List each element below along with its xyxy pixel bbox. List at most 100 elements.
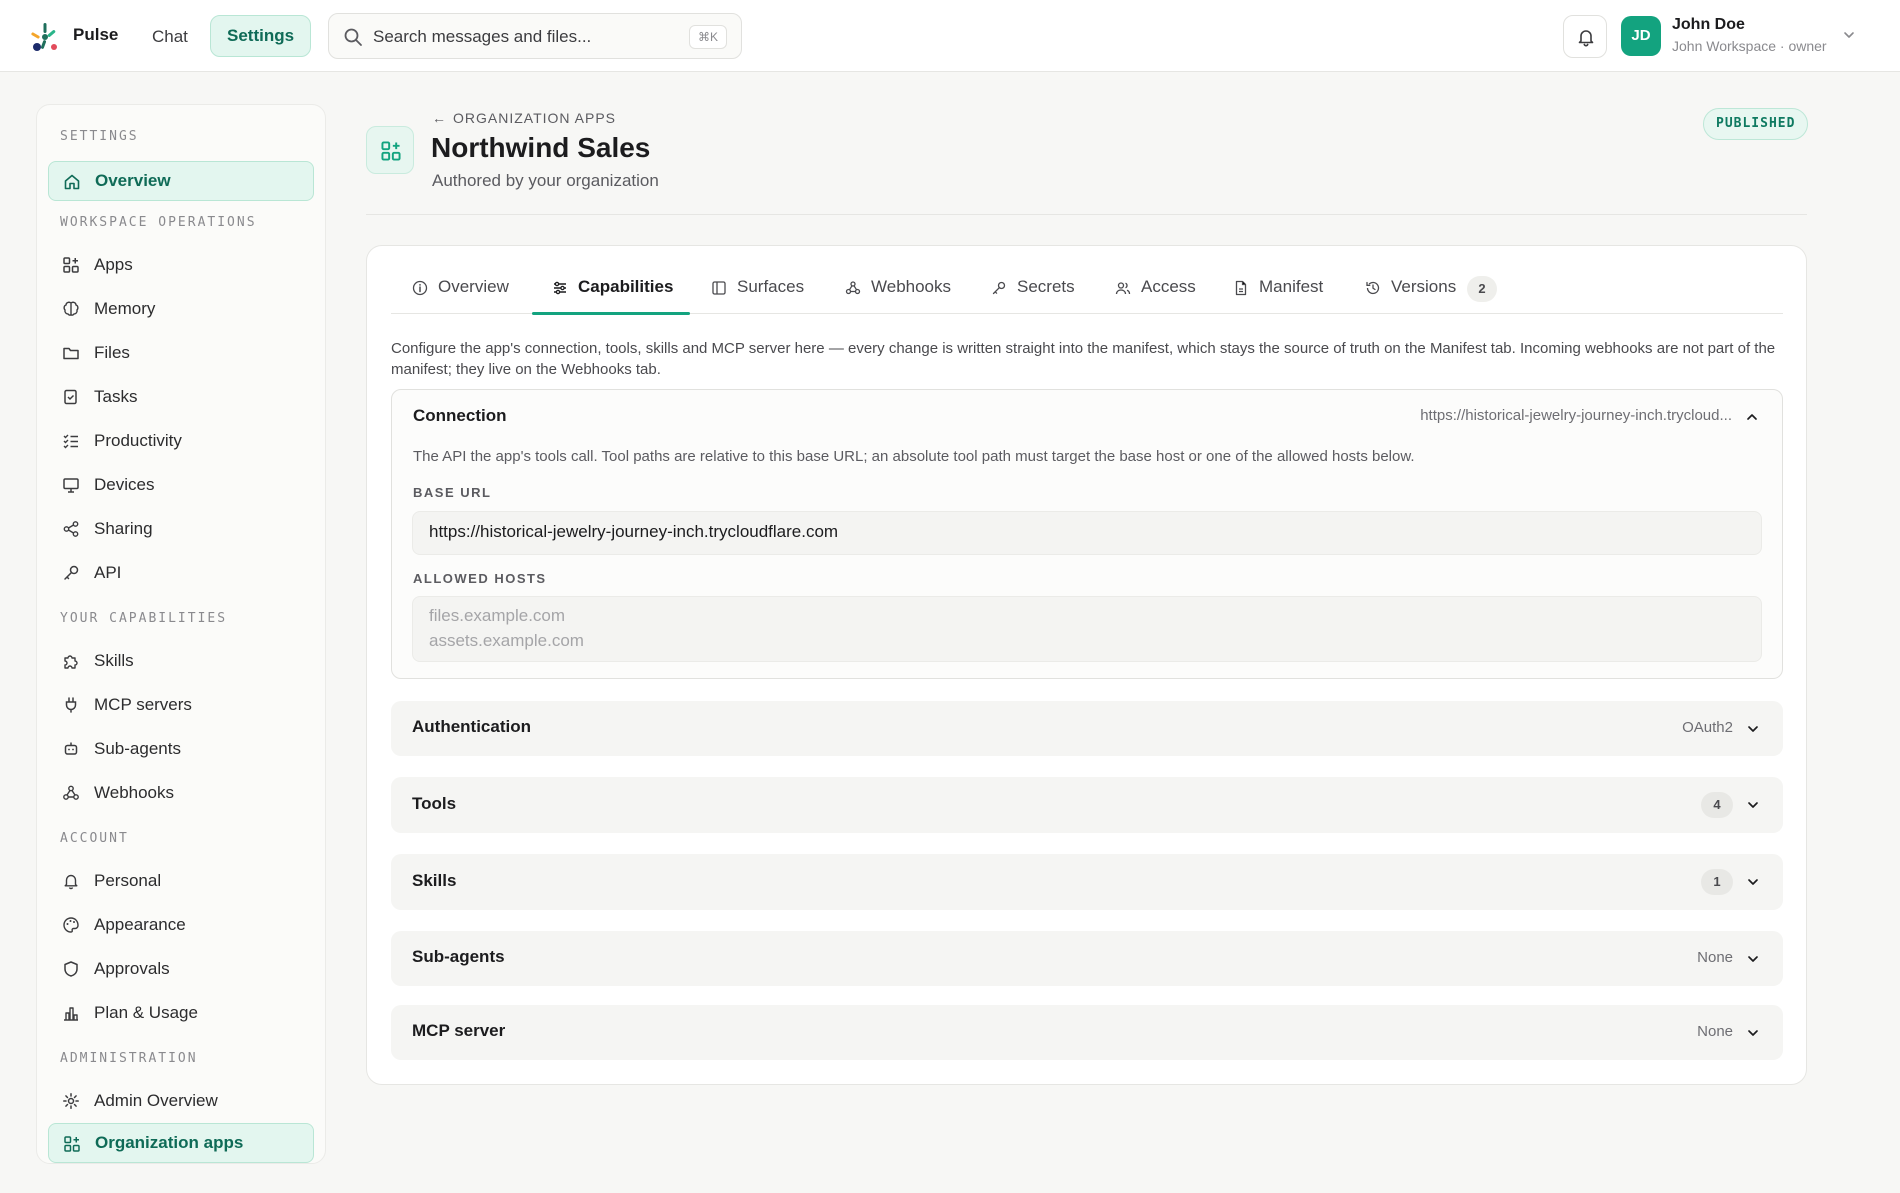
sidebar-item-overview[interactable]: Overview [48, 161, 314, 201]
chevron-down-icon[interactable] [1842, 28, 1856, 42]
sidebar-item-plan-usage[interactable]: Plan & Usage [48, 993, 314, 1033]
notifications-button[interactable] [1563, 15, 1607, 58]
sidebar-item-label: Skills [94, 651, 134, 670]
brain-icon [63, 301, 79, 316]
tools-count-badge: 4 [1701, 792, 1733, 818]
webhook-icon [845, 281, 861, 295]
history-icon [1366, 281, 1380, 295]
authentication-section[interactable]: Authentication OAuth2 [391, 701, 1783, 756]
chevron-up-icon[interactable] [1744, 409, 1760, 425]
tools-section[interactable]: Tools 4 [391, 777, 1783, 833]
sidebar-item-label: Memory [94, 299, 156, 318]
allowed-hosts-textarea[interactable]: files.example.com assets.example.com [412, 596, 1762, 662]
sidebar-item-apps[interactable]: Apps [48, 245, 314, 285]
folder-icon [63, 347, 79, 360]
sub-agents-status: None [1697, 949, 1733, 966]
tab-label: Manifest [1259, 277, 1324, 296]
tab-overview[interactable]: Overview [412, 262, 522, 314]
search-placeholder: Search messages and files... [373, 27, 592, 46]
chevron-down-icon[interactable] [1745, 721, 1761, 737]
section-title: MCP server [412, 1021, 506, 1040]
sidebar-item-webhooks[interactable]: Webhooks [48, 773, 314, 813]
search-input[interactable]: Search messages and files... ⌘K [328, 13, 742, 59]
sidebar-item-label: Organization apps [95, 1133, 244, 1152]
workspace-role: John Workspace · owner [1672, 38, 1827, 54]
sidebar-item-label: Webhooks [94, 783, 175, 802]
webhook-icon [63, 785, 79, 800]
chevron-down-icon[interactable] [1745, 1025, 1761, 1041]
apps-grid-icon [63, 257, 79, 273]
breadcrumb-label: ORGANIZATION APPS [453, 110, 616, 126]
versions-count-badge: 2 [1467, 276, 1497, 302]
skills-count-badge: 1 [1701, 869, 1733, 895]
share-icon [63, 521, 79, 537]
sidebar-item-mcp-servers[interactable]: MCP servers [48, 685, 314, 725]
section-administration: ADMINISTRATION [60, 1051, 198, 1066]
sidebar-item-skills[interactable]: Skills [48, 641, 314, 681]
base-url-value: https://historical-jewelry-journey-inch.… [429, 522, 839, 541]
tab-secrets[interactable]: Secrets [991, 262, 1081, 314]
tab-versions[interactable]: Versions 2 [1365, 262, 1505, 314]
status-badge: PUBLISHED [1703, 108, 1809, 140]
connection-section: Connection https://historical-jewelry-jo… [391, 389, 1783, 679]
tab-webhooks[interactable]: Webhooks [845, 262, 955, 314]
mcp-server-section[interactable]: MCP server None [391, 1005, 1783, 1060]
nav-chat[interactable]: Chat [140, 17, 200, 57]
chevron-down-icon[interactable] [1745, 797, 1761, 813]
tab-manifest[interactable]: Manifest [1233, 262, 1333, 314]
sidebar-item-admin-overview[interactable]: Admin Overview [48, 1081, 314, 1121]
tab-access[interactable]: Access [1115, 262, 1200, 314]
tab-label: Secrets [1017, 277, 1075, 296]
sidebar-item-tasks[interactable]: Tasks [48, 377, 314, 417]
pulse-logo-icon[interactable] [28, 20, 62, 54]
sidebar-item-files[interactable]: Files [48, 333, 314, 373]
nav-settings[interactable]: Settings [210, 15, 312, 57]
capabilities-intro: Configure the app's connection, tools, s… [391, 340, 1776, 378]
bell-icon [64, 874, 78, 890]
info-icon [412, 280, 428, 296]
sidebar-item-label: Admin Overview [94, 1091, 218, 1110]
sidebar-item-sharing[interactable]: Sharing [48, 509, 314, 549]
chevron-down-icon[interactable] [1745, 951, 1761, 967]
section-your-capabilities: YOUR CAPABILITIES [60, 611, 228, 626]
sidebar-item-sub-agents[interactable]: Sub-agents [48, 729, 314, 769]
arrow-left-icon: ← [432, 110, 447, 126]
tab-capabilities[interactable]: Capabilities [532, 262, 690, 315]
sidebar-item-label: Overview [95, 171, 171, 190]
sidebar-item-label: Tasks [94, 387, 138, 406]
sidebar-item-label: Sub-agents [94, 739, 181, 758]
page-subtitle: Authored by your organization [432, 171, 659, 190]
monitor-icon [63, 478, 79, 493]
shield-icon [64, 961, 78, 977]
sidebar-item-personal[interactable]: Personal [48, 861, 314, 901]
tab-label: Webhooks [871, 277, 952, 296]
avatar[interactable]: JD [1621, 16, 1661, 56]
tab-surfaces[interactable]: Surfaces [711, 262, 811, 314]
app-settings-card: Overview Capabilities Surfaces Webhooks … [366, 245, 1807, 1085]
sidebar-item-api[interactable]: API [48, 553, 314, 593]
section-title: Tools [412, 794, 457, 813]
section-title: Authentication [412, 717, 531, 736]
user-name[interactable]: John Doe [1672, 16, 1745, 34]
sidebar-item-label: Plan & Usage [94, 1003, 198, 1022]
breadcrumb[interactable]: ← ORGANIZATION APPS [432, 110, 616, 126]
sidebar-item-memory[interactable]: Memory [48, 289, 314, 329]
app-icon [366, 126, 414, 174]
bell-icon [1578, 30, 1594, 47]
base-url-input[interactable]: https://historical-jewelry-journey-inch.… [412, 511, 1762, 555]
sidebar-item-appearance[interactable]: Appearance [48, 905, 314, 945]
sidebar-item-approvals[interactable]: Approvals [48, 949, 314, 989]
mcp-server-status: None [1697, 1023, 1733, 1040]
sidebar-item-productivity[interactable]: Productivity [48, 421, 314, 461]
chevron-down-icon[interactable] [1745, 874, 1761, 890]
section-title[interactable]: Connection [413, 406, 507, 426]
skills-section[interactable]: Skills 1 [391, 854, 1783, 910]
section-settings: SETTINGS [60, 129, 139, 144]
tab-bar: Overview Capabilities Surfaces Webhooks … [391, 262, 1783, 315]
sidebar-item-devices[interactable]: Devices [48, 465, 314, 505]
sub-agents-section[interactable]: Sub-agents None [391, 931, 1783, 986]
bar-chart-icon [64, 1007, 78, 1021]
tab-label: Surfaces [737, 277, 805, 296]
apps-grid-icon [64, 1136, 80, 1152]
sidebar-item-organization-apps[interactable]: Organization apps [48, 1123, 314, 1163]
